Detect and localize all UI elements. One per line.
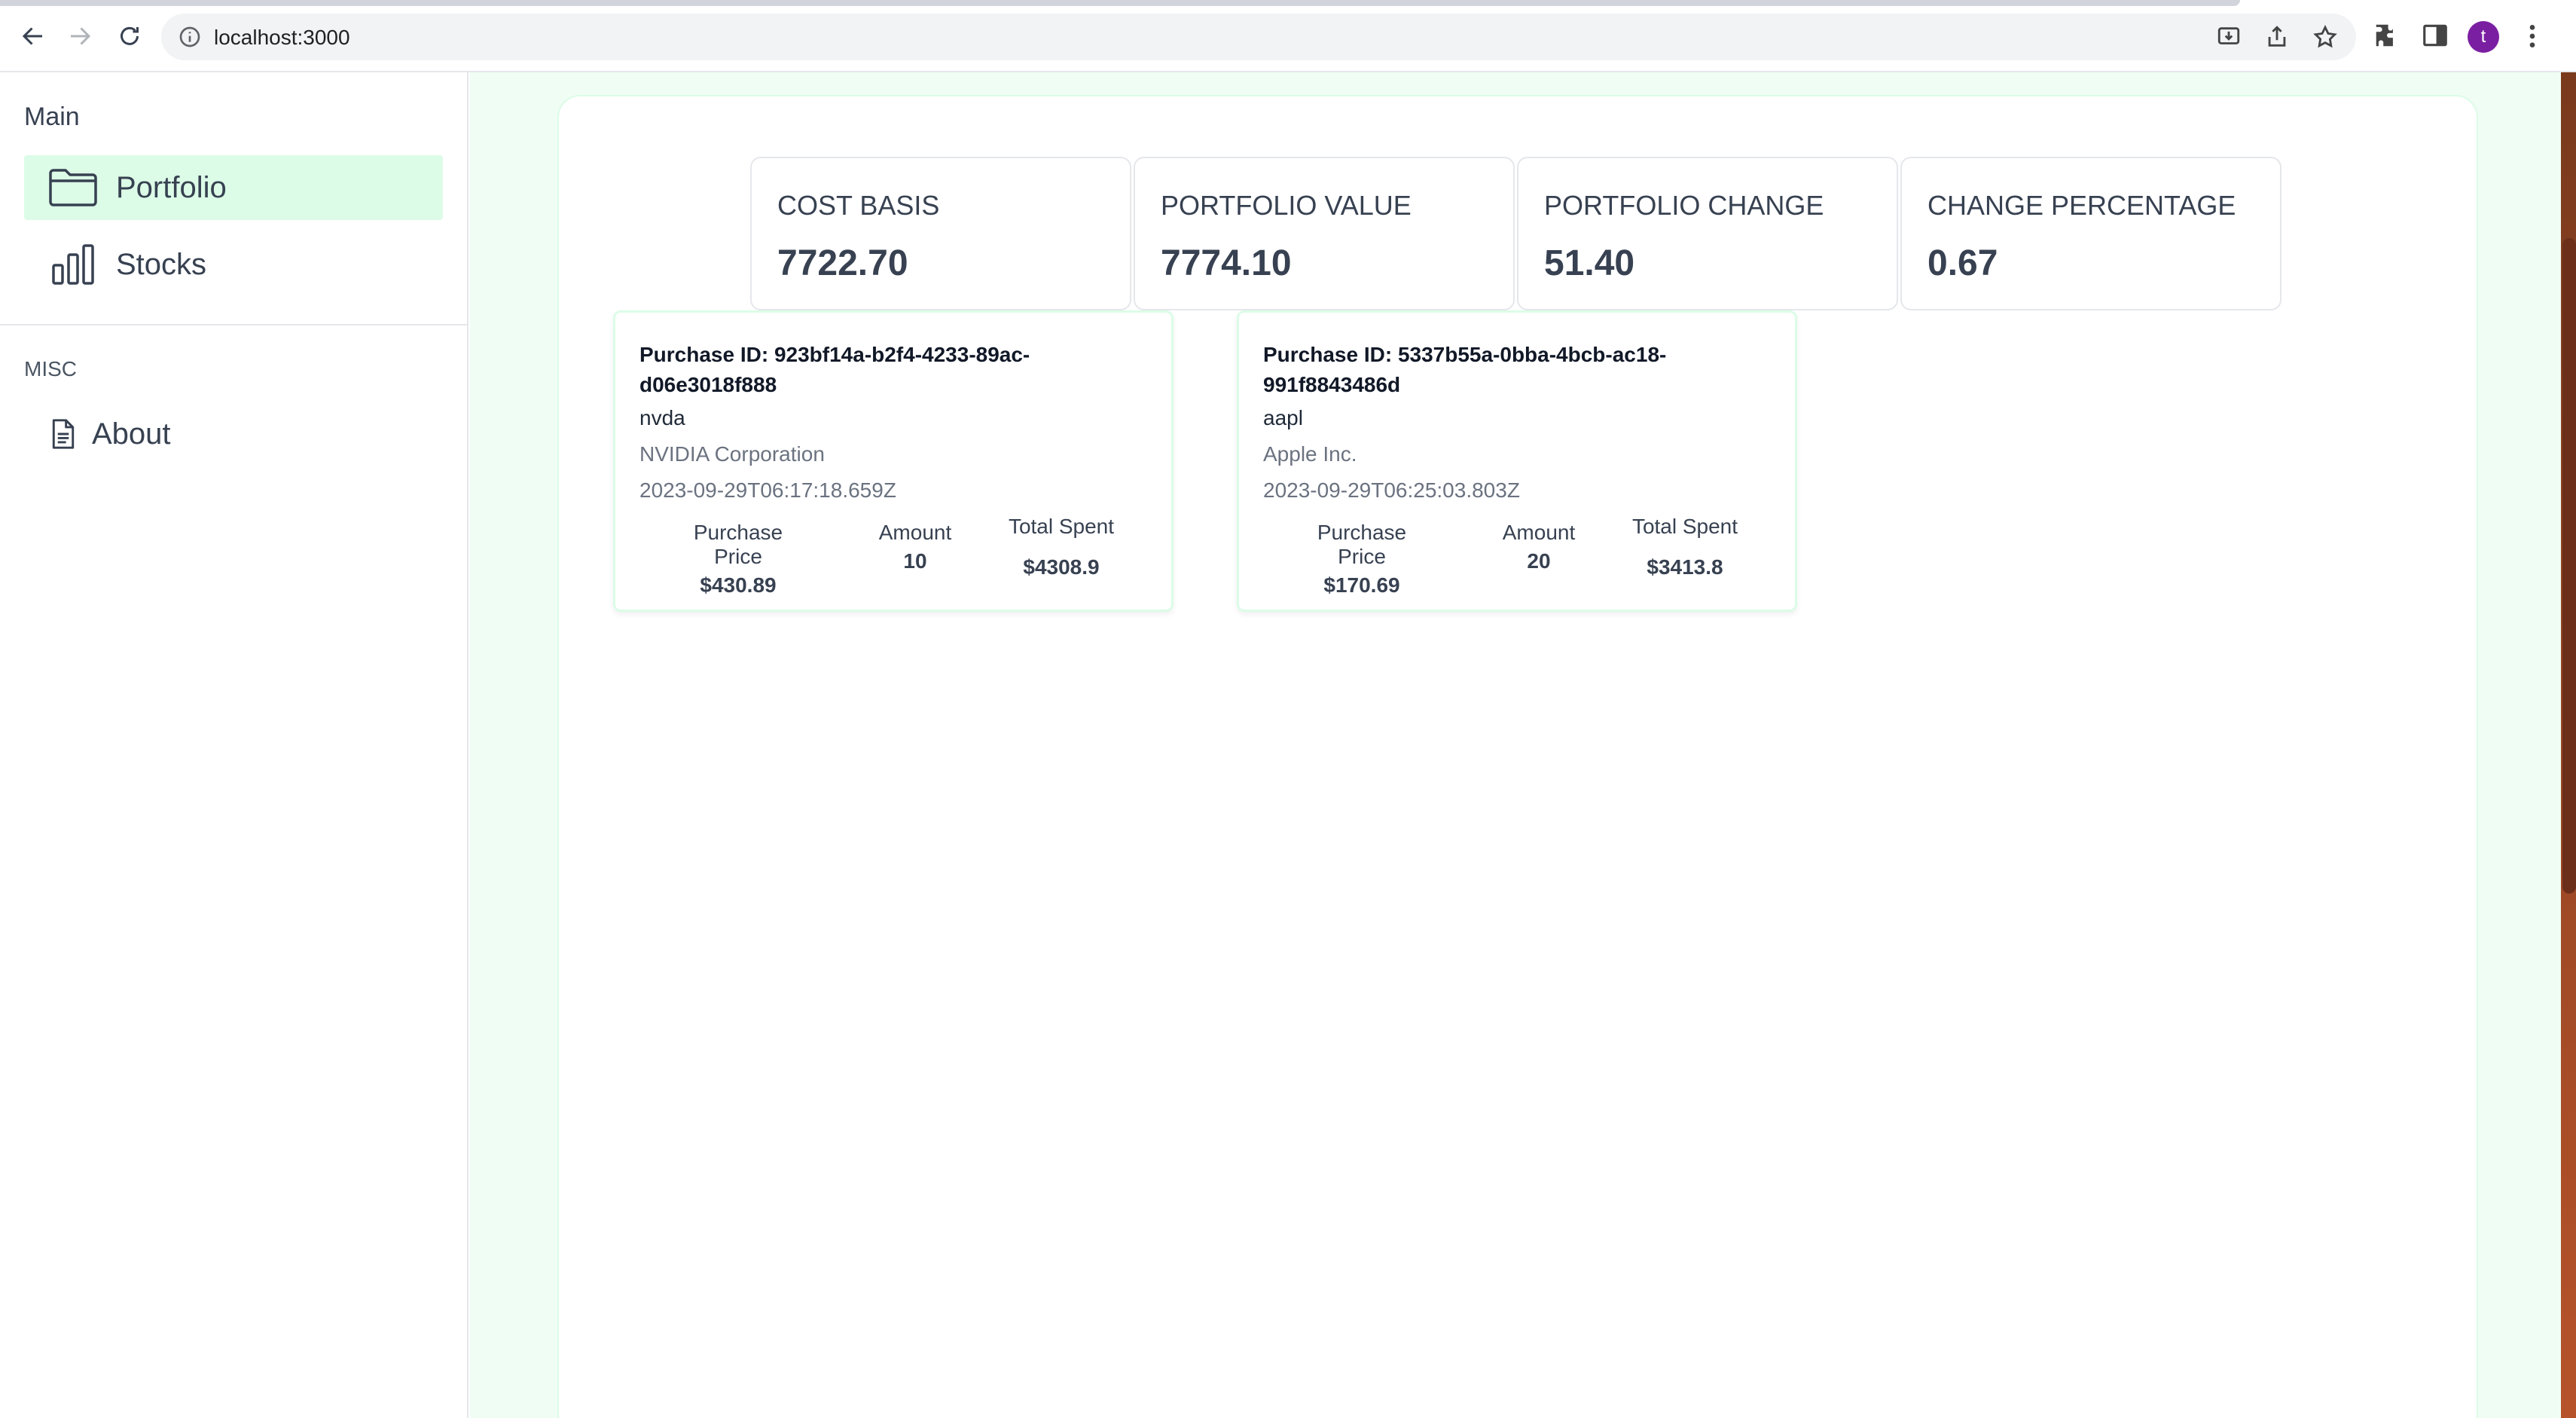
bar-chart-icon <box>47 242 99 287</box>
document-icon <box>52 419 75 449</box>
total-spent-column: Total Spent $4308.9 <box>1000 515 1123 579</box>
install-icon[interactable] <box>2216 24 2242 50</box>
purchase-id: Purchase ID: 5337b55a-0bba-4bcb-ac18-991… <box>1263 343 1667 396</box>
info-icon[interactable] <box>178 25 202 49</box>
share-icon[interactable] <box>2264 24 2290 50</box>
total-spent-value: $3413.8 <box>1647 555 1723 579</box>
purchase-price-column: Purchase Price $170.69 <box>1299 521 1424 597</box>
sidebar-item-stocks[interactable]: Stocks <box>24 232 443 297</box>
arrow-left-icon <box>22 27 42 45</box>
purchase-price-column: Purchase Price $430.89 <box>676 521 801 597</box>
purchase-price-label: Purchase Price <box>693 521 783 568</box>
sidebar-section-misc: MISC <box>24 357 77 380</box>
total-spent-label: Total Spent <box>1008 515 1115 538</box>
stat-title: PORTFOLIO VALUE <box>1161 190 1412 221</box>
stat-value: 7774.10 <box>1161 243 1292 283</box>
side-panel-icon[interactable] <box>2421 21 2449 50</box>
stat-value: 0.67 <box>1927 243 1998 283</box>
sidebar-item-about[interactable]: About <box>50 411 171 457</box>
sidebar-item-label: Portfolio <box>116 170 227 204</box>
stat-card-cost-basis: COST BASIS 7722.70 <box>750 157 1131 310</box>
stat-value: 7722.70 <box>777 243 908 283</box>
forward-button[interactable] <box>60 17 99 56</box>
stock-symbol: aapl <box>1263 406 1303 429</box>
menu-kebab-icon[interactable] <box>2523 21 2541 51</box>
purchase-price-value: $170.69 <box>1323 573 1400 597</box>
browser-toolbar: localhost:3000 t <box>0 0 2576 72</box>
scrollbar-thumb[interactable] <box>2562 238 2576 894</box>
amount-column: Amount 20 <box>1492 521 1586 573</box>
amount-value: 10 <box>903 549 927 573</box>
profile-avatar[interactable]: t <box>2468 21 2499 53</box>
arrow-right-icon <box>71 27 91 45</box>
stat-title: COST BASIS <box>777 190 940 221</box>
purchase-card[interactable]: Purchase ID: 5337b55a-0bba-4bcb-ac18-991… <box>1237 310 1797 612</box>
purchase-date: 2023-09-29T06:25:03.803Z <box>1263 478 1520 502</box>
reload-icon <box>121 26 139 45</box>
tab-strip <box>0 0 2240 6</box>
company-name: Apple Inc. <box>1263 442 1357 466</box>
sidebar-item-label: About <box>92 417 171 451</box>
stat-card-portfolio-value: PORTFOLIO VALUE 7774.10 <box>1134 157 1515 310</box>
company-name: NVIDIA Corporation <box>639 442 825 466</box>
total-spent-column: Total Spent $3413.8 <box>1623 515 1747 579</box>
sidebar: Main Portfolio Stocks MISC About <box>0 72 469 1418</box>
stock-symbol: nvda <box>639 406 685 429</box>
back-button[interactable] <box>14 17 53 56</box>
reload-button[interactable] <box>110 17 149 56</box>
stat-card-portfolio-change: PORTFOLIO CHANGE 51.40 <box>1517 157 1898 310</box>
amount-label: Amount <box>1502 521 1576 544</box>
purchase-price-value: $430.89 <box>700 573 777 597</box>
stat-card-change-percentage: CHANGE PERCENTAGE 0.67 <box>1900 157 2281 310</box>
purchase-date: 2023-09-29T06:17:18.659Z <box>639 478 896 502</box>
purchase-card[interactable]: Purchase ID: 923bf14a-b2f4-4233-89ac-d06… <box>613 310 1174 612</box>
sidebar-section-main: Main <box>24 102 80 131</box>
sidebar-item-label: Stocks <box>116 247 207 281</box>
purchase-id: Purchase ID: 923bf14a-b2f4-4233-89ac-d06… <box>639 343 1030 396</box>
sidebar-divider <box>0 324 467 325</box>
total-spent-label: Total Spent <box>1631 515 1738 538</box>
bookmark-star-icon[interactable] <box>2312 24 2338 50</box>
stat-title: PORTFOLIO CHANGE <box>1544 190 1824 221</box>
stat-value: 51.40 <box>1544 243 1635 283</box>
extensions-icon[interactable] <box>2373 21 2401 50</box>
url-text: localhost:3000 <box>214 26 350 49</box>
amount-label: Amount <box>878 521 952 544</box>
purchase-price-label: Purchase Price <box>1317 521 1407 568</box>
total-spent-value: $4308.9 <box>1023 555 1100 579</box>
stat-title: CHANGE PERCENTAGE <box>1927 190 2236 221</box>
folder-icon <box>47 165 99 210</box>
amount-column: Amount 10 <box>868 521 962 573</box>
address-bar[interactable]: localhost:3000 <box>161 14 2356 60</box>
amount-value: 20 <box>1527 549 1551 573</box>
sidebar-item-portfolio[interactable]: Portfolio <box>24 155 443 220</box>
